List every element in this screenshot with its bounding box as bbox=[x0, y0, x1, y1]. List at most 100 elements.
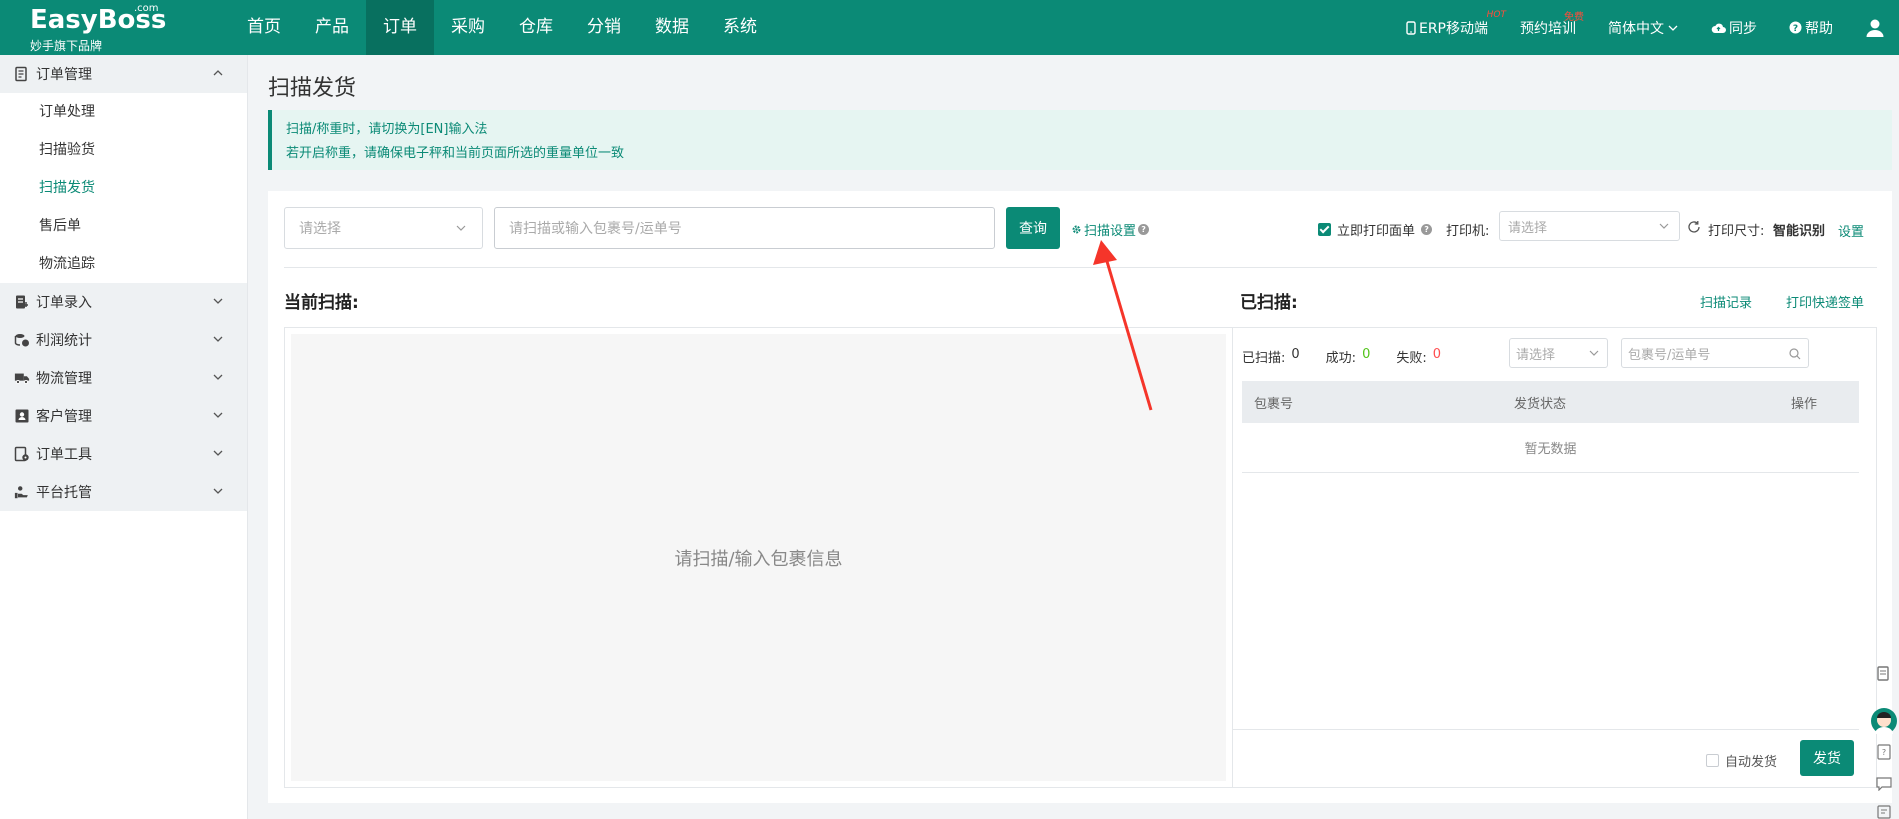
col-actions: 操作 bbox=[1791, 397, 1818, 412]
nav-system[interactable]: 系统 bbox=[706, 0, 774, 55]
auto-ship-checkbox[interactable]: 自动发货 bbox=[1706, 751, 1777, 770]
store-select[interactable]: 请选择 bbox=[284, 207, 483, 249]
tools-icon bbox=[14, 446, 30, 462]
col-ship-status: 发货状态 bbox=[1514, 397, 1567, 412]
scan-records-link[interactable]: 扫描记录 bbox=[1700, 292, 1752, 311]
order-entry-icon bbox=[14, 294, 30, 310]
scan-panel: 请选择 请扫描或输入包裹号/运单号 查询 扫描设置 ? 立即打印面单 ? 打印机… bbox=[268, 191, 1892, 803]
truck-icon bbox=[14, 370, 30, 386]
chevron-down-icon bbox=[213, 450, 223, 456]
chevron-down-icon bbox=[213, 336, 223, 342]
sidebar-group-label: 订单管理 bbox=[36, 67, 92, 83]
notice-line: 扫描/称重时，请切换为[EN]输入法 bbox=[286, 122, 488, 137]
status-filter-select[interactable]: 请选择 bbox=[1509, 338, 1608, 368]
help-circle-icon: ? bbox=[1789, 21, 1802, 34]
coins-icon bbox=[14, 332, 30, 348]
sidebar-group-label: 订单录入 bbox=[36, 295, 92, 311]
print-settings-link[interactable]: 设置 bbox=[1838, 221, 1864, 240]
scan-input[interactable]: 请扫描或输入包裹号/运单号 bbox=[494, 207, 995, 249]
sidebar-item-order-processing[interactable]: 订单处理 bbox=[0, 93, 247, 131]
sidebar-group-order-tools[interactable]: 订单工具 bbox=[0, 435, 247, 473]
sidebar-item-scan-inspection[interactable]: 扫描验货 bbox=[0, 131, 247, 169]
language-switch[interactable]: 简体中文 bbox=[1608, 18, 1679, 38]
free-badge: 免费 bbox=[1564, 11, 1584, 23]
stat-success-value: 0 bbox=[1362, 347, 1371, 362]
gear-icon bbox=[1072, 225, 1081, 234]
ship-button[interactable]: 发货 bbox=[1800, 740, 1854, 776]
chevron-down-icon bbox=[1668, 25, 1678, 31]
chevron-down-icon bbox=[456, 225, 466, 231]
chat-float-icon[interactable] bbox=[1869, 769, 1899, 799]
print-size-value: 智能识别 bbox=[1773, 224, 1826, 239]
mobile-erp-label: ERP移动端 bbox=[1418, 20, 1488, 37]
printer-label: 打印机: bbox=[1446, 224, 1490, 239]
support-avatar-icon[interactable] bbox=[1869, 706, 1899, 736]
sidebar-group-order-management[interactable]: 订单管理 bbox=[0, 55, 247, 93]
sidebar-group-label: 订单工具 bbox=[36, 447, 92, 463]
divider bbox=[284, 267, 1877, 268]
sidebar-group-order-entry[interactable]: 订单录入 bbox=[0, 283, 247, 321]
refresh-icon[interactable] bbox=[1687, 220, 1701, 234]
print-now-label: 立即打印面单 bbox=[1337, 224, 1416, 239]
main-nav: 首页 产品 订单 采购 仓库 分销 数据 系统 bbox=[230, 0, 774, 55]
search-icon bbox=[1789, 348, 1801, 360]
help-icon: ? bbox=[1421, 224, 1433, 235]
annotation-arrow bbox=[1093, 240, 1153, 411]
nav-data[interactable]: 数据 bbox=[638, 0, 706, 55]
help-button[interactable]: ? 帮助 bbox=[1789, 18, 1833, 38]
language-label: 简体中文 bbox=[1608, 20, 1664, 37]
scan-input-placeholder: 请扫描或输入包裹号/运单号 bbox=[509, 221, 682, 237]
sidebar-group-label: 物流管理 bbox=[36, 371, 92, 387]
nav-orders[interactable]: 订单 bbox=[366, 0, 434, 55]
stat-fail-label: 失败: bbox=[1396, 351, 1427, 366]
cloud-upload-icon bbox=[1711, 23, 1726, 33]
sidebar-item-scan-shipping[interactable]: 扫描发货 bbox=[0, 169, 247, 207]
logo-tagline: 妙手旗下品牌 bbox=[30, 39, 103, 53]
nav-distribution[interactable]: 分销 bbox=[570, 0, 638, 55]
sidebar-group-profit-stats[interactable]: 利润统计 bbox=[0, 321, 247, 359]
scanned-area: 已扫描: 0 成功: 0 失败: 0 请选择 包裹号/运单号 包裹号 发货状态 … bbox=[1232, 327, 1877, 788]
sidebar-group-logistics[interactable]: 物流管理 bbox=[0, 359, 247, 397]
printer-select[interactable]: 请选择 bbox=[1499, 211, 1680, 241]
nav-warehouse[interactable]: 仓库 bbox=[502, 0, 570, 55]
print-express-label-link[interactable]: 打印快递签单 bbox=[1786, 292, 1864, 311]
sidebar: 订单管理 订单处理 扫描验货 扫描发货 售后单 物流追踪 订单录入 利润统计 物… bbox=[0, 55, 248, 819]
sidebar-group-label: 客户管理 bbox=[36, 409, 92, 425]
nav-products[interactable]: 产品 bbox=[298, 0, 366, 55]
sidebar-item-after-sales[interactable]: 售后单 bbox=[0, 207, 247, 245]
mobile-erp-link[interactable]: ERP移动端 HOT bbox=[1406, 10, 1506, 38]
print-now-checkbox[interactable]: 立即打印面单 ? bbox=[1318, 220, 1433, 239]
checkbox-unchecked-icon bbox=[1706, 754, 1719, 767]
package-search-input[interactable]: 包裹号/运单号 bbox=[1621, 338, 1809, 368]
nav-purchase[interactable]: 采购 bbox=[434, 0, 502, 55]
scanned-table-header: 包裹号 发货状态 操作 bbox=[1242, 381, 1859, 423]
print-size-label: 打印尺寸: bbox=[1708, 224, 1765, 239]
logo[interactable]: EasyBoss .com 妙手旗下品牌 bbox=[30, 3, 170, 53]
sidebar-item-logistics-tracking[interactable]: 物流追踪 bbox=[0, 245, 247, 283]
printer-placeholder: 请选择 bbox=[1508, 220, 1548, 236]
hand-coin-icon bbox=[14, 484, 30, 500]
hot-badge: HOT bbox=[1486, 9, 1506, 20]
help-label: 帮助 bbox=[1805, 20, 1833, 37]
training-link[interactable]: 预约培训 免费 bbox=[1520, 12, 1584, 38]
filter-placeholder: 请选择 bbox=[1516, 347, 1556, 363]
scanned-header: 已扫描: bbox=[1240, 293, 1298, 313]
sidebar-group-platform-hosting[interactable]: 平台托管 bbox=[0, 473, 247, 511]
user-avatar[interactable] bbox=[1865, 18, 1885, 38]
chevron-down-icon bbox=[1659, 223, 1669, 229]
faq-float-icon[interactable]: ? bbox=[1869, 737, 1899, 767]
top-bar: EasyBoss .com 妙手旗下品牌 首页 产品 订单 采购 仓库 分销 数… bbox=[0, 0, 1899, 55]
notice-line: 若开启称重，请确保电子秤和当前页面所选的重量单位一致 bbox=[286, 146, 625, 161]
scan-stats: 已扫描: 0 成功: 0 失败: 0 bbox=[1242, 347, 1441, 366]
sidebar-group-label: 利润统计 bbox=[36, 333, 92, 349]
sidebar-group-customer[interactable]: 客户管理 bbox=[0, 397, 247, 435]
nav-home[interactable]: 首页 bbox=[230, 0, 298, 55]
feedback-float-icon[interactable] bbox=[1869, 797, 1899, 819]
logo-tld: .com bbox=[134, 3, 159, 14]
query-button[interactable]: 查询 bbox=[1006, 207, 1060, 249]
doc-float-icon[interactable] bbox=[1869, 659, 1899, 689]
sync-button[interactable]: 同步 bbox=[1711, 18, 1757, 38]
current-scan-header: 当前扫描: bbox=[284, 293, 359, 313]
top-right-tools: ERP移动端 HOT 预约培训 免费 简体中文 同步 ? 帮助 bbox=[1406, 0, 1899, 55]
chevron-up-icon bbox=[213, 70, 223, 76]
